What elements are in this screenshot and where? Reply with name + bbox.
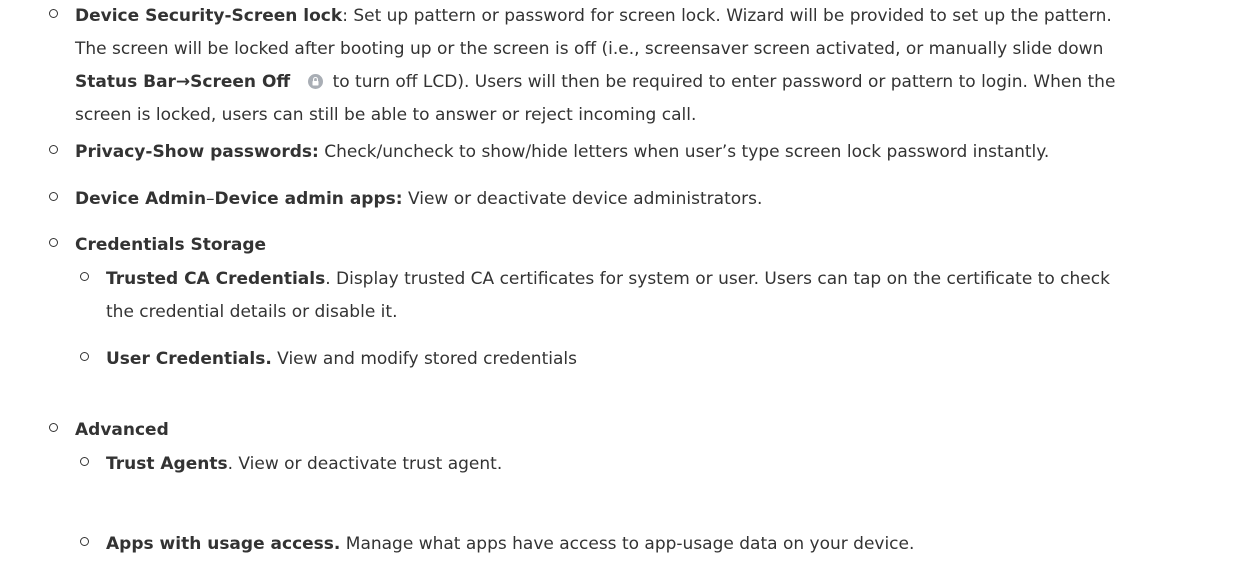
sub-item-user-credentials: User Credentials. View and modify stored…	[106, 343, 577, 376]
bullet-circle-icon	[49, 238, 58, 247]
item-description: . View or deactivate trust agent.	[227, 454, 503, 474]
arrow-right-icon: →	[175, 72, 191, 92]
sub-item-trusted-ca: Trusted CA Credentials. Display trusted …	[106, 263, 1110, 296]
item-line: Device Security-Screen lock: Set up patt…	[75, 0, 1112, 33]
item-title: Trust Agents	[106, 454, 228, 474]
bullet-circle-icon	[49, 423, 58, 432]
item-description: Manage what apps have access to app-usag…	[340, 534, 915, 554]
item-description: View and modify stored credentials	[271, 349, 577, 369]
item-line: Device Admin–Device admin apps: View or …	[75, 183, 762, 216]
bullet-circle-icon	[49, 192, 58, 201]
item-line: the credential details or disable it.	[106, 296, 397, 329]
sub-item-trust-agents: Trust Agents. View or deactivate trust a…	[106, 448, 502, 481]
item-title: Apps with usage access.	[106, 534, 341, 554]
bullet-circle-icon	[49, 9, 58, 18]
item-description: screen is locked, users can still be abl…	[75, 105, 697, 125]
item-line: Advanced	[75, 414, 169, 447]
item-title: Device Admin	[75, 189, 207, 209]
item-line: The screen will be locked after booting …	[75, 33, 1103, 66]
item-line: Status Bar→Screen Off to turn off LCD). …	[75, 66, 1115, 99]
item-title: Device Security-Screen lock	[75, 6, 343, 26]
status-bar-label: Status Bar	[75, 72, 176, 92]
item-description: to turn off LCD). Users will then be req…	[327, 72, 1116, 92]
sub-item-apps-usage-access: Apps with usage access. Manage what apps…	[106, 528, 914, 561]
item-description: : Set up pattern or password for screen …	[342, 6, 1112, 26]
bullet-circle-icon	[80, 457, 89, 466]
item-title: Privacy-Show passwords:	[75, 142, 319, 162]
bullet-circle-icon	[80, 537, 89, 546]
bullet-circle-icon	[80, 352, 89, 361]
item-description: Check/uncheck to show/hide letters when …	[318, 142, 1050, 162]
bullet-circle-icon	[49, 145, 58, 154]
item-description: the credential details or disable it.	[106, 302, 398, 322]
item-title: Trusted CA Credentials	[106, 269, 326, 289]
screen-off-label: Screen Off	[190, 72, 291, 92]
item-description: View or deactivate device administrators…	[402, 189, 763, 209]
item-subtitle: Device admin apps:	[214, 189, 403, 209]
item-dash: –	[206, 189, 215, 209]
item-title: User Credentials.	[106, 349, 272, 369]
item-line: Privacy-Show passwords: Check/uncheck to…	[75, 136, 1049, 169]
bullet-circle-icon	[80, 272, 89, 281]
lock-icon	[308, 74, 324, 89]
item-line: screen is locked, users can still be abl…	[75, 99, 696, 132]
item-line: Credentials Storage	[75, 229, 266, 262]
item-title: Advanced	[75, 420, 169, 440]
item-title: Credentials Storage	[75, 235, 267, 255]
item-description: . Display trusted CA certificates for sy…	[325, 269, 1110, 289]
item-description: The screen will be locked after booting …	[75, 39, 1104, 59]
